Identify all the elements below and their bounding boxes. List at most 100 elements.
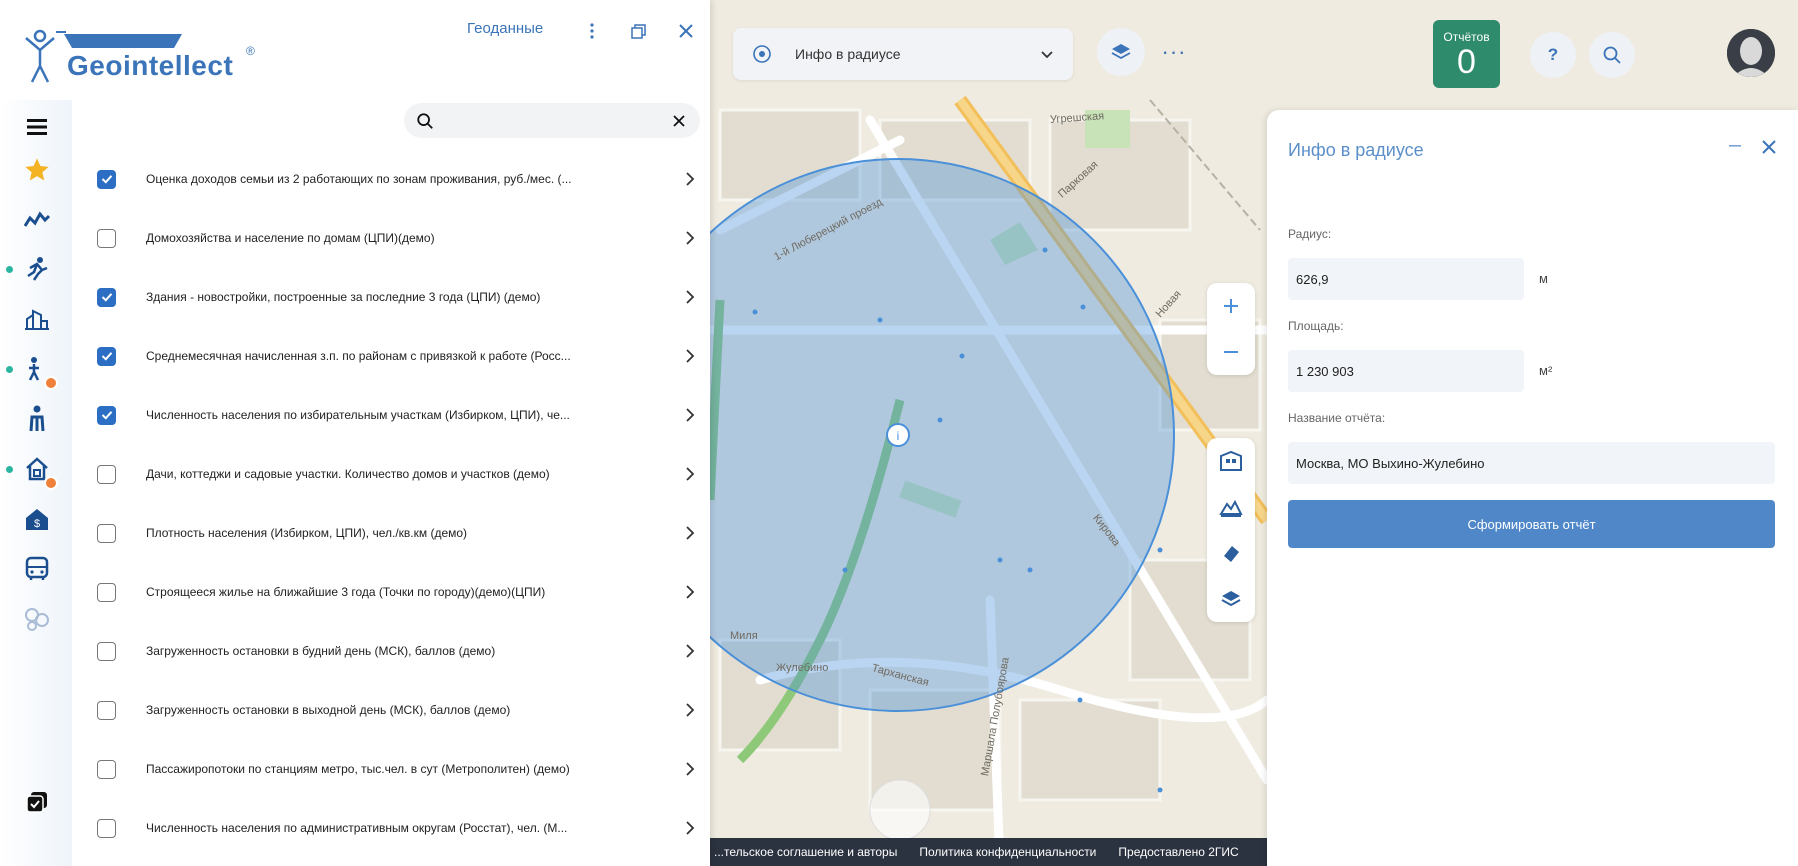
footer-link-terms[interactable]: ...тельское соглашение и авторы [714, 845, 897, 859]
more-options-icon[interactable]: ··· [1160, 38, 1188, 66]
chevron-right-icon[interactable] [680, 818, 700, 838]
buildings-tool-button[interactable] [1207, 438, 1255, 484]
layer-row[interactable]: Численность населения по избирательным у… [90, 393, 700, 437]
layer-row[interactable]: Строящееся жилье на ближайшие 3 года (То… [90, 570, 700, 614]
chevron-right-icon[interactable] [680, 346, 700, 366]
favorites-star-icon[interactable] [20, 153, 54, 187]
layer-row[interactable]: Загруженность остановки в будний день (М… [90, 629, 700, 673]
layer-checkbox[interactable] [97, 523, 116, 543]
layer-row[interactable]: Оценка доходов семьи из 2 работающих по … [90, 157, 700, 201]
stack-icon [1221, 591, 1241, 607]
map-search-button[interactable] [1589, 32, 1635, 78]
svg-text:i: i [897, 429, 900, 443]
layer-checkbox[interactable] [97, 346, 116, 366]
layer-checkbox[interactable] [97, 759, 116, 779]
restore-window-icon[interactable] [625, 18, 651, 44]
layer-row[interactable]: Здания - новостройки, построенные за пос… [90, 275, 700, 319]
layer-row[interactable]: Дачи, коттеджи и садовые участки. Количе… [90, 452, 700, 496]
checkmark-icon [101, 175, 112, 184]
close-icon[interactable] [673, 18, 699, 44]
footer-link-privacy[interactable]: Политика конфиденциальности [919, 845, 1096, 859]
zoom-out-button[interactable] [1207, 329, 1255, 375]
real-estate-price-icon[interactable]: $ [20, 502, 54, 536]
layer-row[interactable]: Численность населения по административны… [90, 806, 700, 850]
layers-panel: Geointellect ® Геоданные $ Оценка доходо… [0, 0, 710, 866]
house-icon[interactable] [20, 452, 58, 490]
layer-checkbox[interactable] [97, 169, 116, 189]
panel-title: Инфо в радиусе [1288, 140, 1424, 160]
person-icon[interactable] [20, 402, 54, 436]
report-name-input[interactable] [1288, 442, 1775, 484]
layer-checkbox[interactable] [97, 582, 116, 602]
layer-label: Строящееся жилье на ближайшие 3 года (То… [146, 585, 546, 599]
map-layers-tool-button[interactable] [1207, 576, 1255, 622]
geodata-link[interactable]: Геоданные [467, 20, 543, 37]
logo-text: Geointellect [67, 50, 234, 81]
layer-label: Численность населения по избирательным у… [146, 408, 570, 422]
reports-counter-button[interactable]: Отчётов 0 [1433, 20, 1500, 88]
layer-checkbox[interactable] [97, 287, 116, 307]
eraser-tool-button[interactable] [1207, 530, 1255, 576]
bus-icon[interactable] [20, 552, 54, 586]
layer-row[interactable]: Домохозяйства и население по домам (ЦПИ)… [90, 216, 700, 260]
chevron-right-icon[interactable] [680, 582, 700, 602]
chevron-right-icon[interactable] [680, 641, 700, 661]
chevron-right-icon[interactable] [680, 405, 700, 425]
layer-row[interactable]: Плотность населения (Избирком, ЦПИ), чел… [90, 511, 700, 555]
layers-icon [1111, 44, 1131, 60]
minus-icon [1224, 351, 1238, 353]
layer-checkbox[interactable] [97, 700, 116, 720]
layers-button[interactable] [1097, 28, 1145, 76]
help-button[interactable]: ? [1530, 32, 1576, 78]
layer-row[interactable]: Пассажиропотоки по станциям метро, тыс.ч… [90, 747, 700, 791]
clear-search-icon[interactable] [670, 112, 688, 130]
layer-checkbox[interactable] [97, 464, 116, 484]
runner-icon[interactable] [20, 252, 54, 286]
layer-checkbox[interactable] [97, 641, 116, 661]
report-name-label: Название отчёта: [1288, 411, 1386, 425]
economy-chart-icon[interactable] [20, 203, 54, 237]
layer-checkbox[interactable] [97, 228, 116, 248]
chevron-right-icon[interactable] [680, 523, 700, 543]
close-icon[interactable] [1756, 134, 1782, 160]
hamburger-menu-icon[interactable] [20, 110, 54, 144]
footer-link-2gis[interactable]: Предоставлено 2ГИС [1118, 845, 1238, 859]
minimize-icon[interactable] [1722, 134, 1748, 160]
active-dot [6, 366, 13, 373]
logo-figure-icon [25, 29, 66, 83]
layer-checkbox[interactable] [97, 818, 116, 838]
notification-badge [44, 476, 58, 490]
avatar[interactable] [1727, 29, 1775, 77]
nav-rail: $ [0, 100, 72, 866]
chevron-right-icon[interactable] [680, 287, 700, 307]
radius-input[interactable] [1288, 258, 1524, 300]
map-footer: ...тельское соглашение и авторы Политика… [710, 838, 1267, 866]
chevron-right-icon[interactable] [680, 759, 700, 779]
layer-row[interactable]: Среднемесячная начисленная з.п. по район… [90, 334, 700, 378]
layer-checkbox[interactable] [97, 405, 116, 425]
checkmark-icon [101, 352, 112, 361]
active-dot [6, 266, 13, 273]
question-icon: ? [1547, 45, 1559, 64]
layer-row[interactable]: Загруженность остановки в выходной день … [90, 688, 700, 732]
clusters-icon[interactable] [20, 602, 54, 636]
selected-layers-icon[interactable] [20, 785, 54, 819]
chevron-right-icon[interactable] [680, 169, 700, 189]
logo-cap-icon [64, 34, 182, 48]
chevron-right-icon[interactable] [680, 464, 700, 484]
people-walking-icon[interactable] [20, 352, 58, 390]
panel-menu-icon[interactable] [579, 18, 605, 44]
area-input[interactable] [1288, 350, 1524, 392]
chevron-right-icon[interactable] [680, 700, 700, 720]
mode-select[interactable]: Инфо в радиусе [733, 28, 1073, 80]
active-dot [6, 466, 13, 473]
terrain-tool-button[interactable] [1207, 484, 1255, 530]
layer-label: Дачи, коттеджи и садовые участки. Количе… [146, 467, 550, 481]
generate-report-button[interactable]: Сформировать отчёт [1288, 500, 1775, 548]
buildings-icon[interactable] [20, 302, 54, 336]
zoom-in-button[interactable] [1207, 283, 1255, 329]
search-input[interactable] [444, 103, 670, 138]
checkmark-icon [101, 293, 112, 302]
logo: Geointellect ® [22, 26, 262, 86]
chevron-right-icon[interactable] [680, 228, 700, 248]
